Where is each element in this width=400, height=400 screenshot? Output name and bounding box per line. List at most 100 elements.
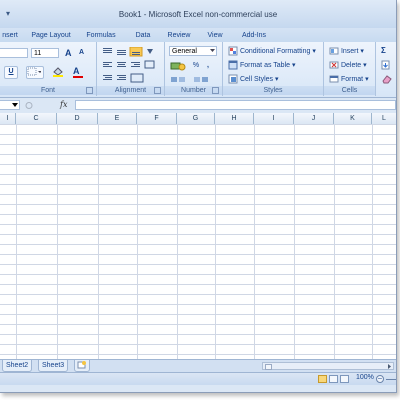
autosum-button[interactable]: Σ (380, 45, 396, 58)
tab-insert[interactable]: nsert (0, 30, 20, 42)
number-dialog-launcher[interactable] (212, 87, 219, 94)
delete-cells-label: Delete (340, 61, 362, 69)
font-group-label: Font (0, 86, 96, 95)
tab-add-ins[interactable]: Add-Ins (236, 30, 272, 42)
insert-function-button[interactable]: fx (60, 100, 67, 109)
zoom-slider[interactable] (386, 379, 396, 380)
tab-view[interactable]: View (203, 30, 227, 42)
column-gridline (16, 124, 17, 359)
ribbon-tab-bar: nsert Page Layout Formulas Data Review V… (0, 28, 396, 42)
grow-font-button[interactable]: A (64, 47, 78, 60)
editing-group: Σ (376, 42, 396, 96)
cell-styles-button[interactable]: Cell Styles ▾ (227, 73, 323, 86)
column-header[interactable]: D (57, 113, 98, 124)
clear-button[interactable] (380, 73, 396, 86)
format-as-table-button[interactable]: Format as Table ▾ (227, 59, 323, 72)
column-header[interactable]: H (215, 113, 254, 124)
column-header[interactable]: J (294, 113, 334, 124)
font-name-field[interactable] (0, 48, 28, 58)
alignment-buttons[interactable] (101, 47, 159, 83)
scrollbar-thumb[interactable] (265, 364, 272, 370)
page-break-preview-button[interactable] (340, 375, 349, 383)
name-box-chevron-down-icon[interactable] (12, 103, 18, 108)
eraser-icon (382, 75, 392, 84)
borders-button[interactable] (26, 66, 44, 79)
fill-button[interactable] (380, 59, 396, 72)
tab-formulas[interactable]: Formulas (82, 30, 120, 42)
insert-cells-label: Insert (340, 47, 359, 55)
zoom-level[interactable]: 100% (356, 374, 374, 381)
alignment-group: Alignment (97, 42, 165, 96)
column-gridline (177, 124, 178, 359)
alignment-dialog-launcher[interactable] (154, 87, 161, 94)
column-header[interactable]: E (98, 113, 137, 124)
excel-window: ▾ Book1 - Microsoft Excel non-commercial… (0, 0, 397, 393)
column-gridline (372, 124, 373, 359)
column-header[interactable]: I (0, 113, 16, 124)
styles-group: Conditional Formatting ▾ Format as Table… (223, 42, 324, 96)
conditional-formatting-icon (228, 46, 238, 56)
chevron-down-icon (210, 49, 215, 52)
autosum-label: Σ (381, 46, 386, 55)
number-group: General % , Number (165, 42, 223, 96)
increase-decimal-icon (171, 77, 185, 82)
accounting-format-button[interactable] (169, 60, 189, 73)
page-layout-view-button[interactable] (329, 375, 338, 383)
font-color-swatch (73, 76, 83, 78)
insert-cells-button[interactable]: Insert ▾ (328, 45, 374, 58)
sheet-tab-sheet3[interactable]: Sheet3 (38, 360, 69, 372)
sheet-tab-sheet2[interactable]: Sheet2 (2, 360, 33, 372)
column-gridline (294, 124, 295, 359)
column-gridline (254, 124, 255, 359)
decrease-decimal-icon (194, 77, 208, 82)
column-header[interactable]: K (334, 113, 372, 124)
currency-icon (170, 62, 186, 71)
cells-group-label: Cells (324, 86, 375, 95)
zoom-out-button[interactable]: – (376, 375, 384, 383)
comma-style-button[interactable]: , (203, 60, 213, 73)
fill-down-icon (381, 60, 390, 70)
column-header[interactable]: L (372, 113, 396, 124)
column-gridline (137, 124, 138, 359)
tab-review[interactable]: Review (163, 30, 195, 42)
column-header[interactable]: C (16, 113, 57, 124)
cell-grid[interactable] (0, 124, 396, 359)
column-gridline (57, 124, 58, 359)
formula-bar-divider-icon (25, 102, 33, 109)
font-color-button[interactable]: A (72, 65, 94, 78)
shrink-font-button[interactable]: A (78, 47, 92, 60)
format-cells-label: Format (340, 75, 364, 83)
status-bar: 100% – (0, 372, 396, 385)
normal-view-button[interactable] (318, 375, 327, 383)
underline-button[interactable]: U (4, 66, 18, 79)
conditional-formatting-button[interactable]: Conditional Formatting ▾ (227, 45, 323, 58)
font-dialog-launcher[interactable] (86, 87, 93, 94)
formula-input[interactable] (75, 100, 396, 110)
sheet-tab-bar: Sheet2 Sheet3 (0, 359, 396, 372)
column-header[interactable]: I (254, 113, 294, 124)
insert-sheet-icon (77, 361, 86, 369)
column-header[interactable]: F (137, 113, 177, 124)
tab-page-layout[interactable]: Page Layout (28, 30, 74, 42)
delete-cells-button[interactable]: Delete ▾ (328, 59, 374, 72)
fill-color-button[interactable] (51, 66, 69, 79)
horizontal-scrollbar[interactable] (262, 362, 394, 370)
format-as-table-icon (228, 60, 238, 70)
percent-style-button[interactable]: % (190, 60, 202, 73)
fill-color-icon (53, 67, 63, 77)
decrease-decimal-button[interactable] (192, 73, 214, 86)
column-gridline (215, 124, 216, 359)
conditional-formatting-label: Conditional Formatting (239, 47, 311, 55)
increase-decimal-button[interactable] (169, 73, 191, 86)
column-header[interactable]: G (177, 113, 215, 124)
formula-bar: fx (0, 98, 396, 112)
font-group: 11 A A U A Font (0, 42, 97, 96)
cells-group: Insert ▾ Delete ▾ Format ▾ Cells (324, 42, 376, 96)
tab-data[interactable]: Data (130, 30, 156, 42)
format-cells-button[interactable]: Format ▾ (328, 73, 374, 86)
scroll-right-arrow-icon[interactable] (387, 364, 392, 369)
column-gridline (334, 124, 335, 359)
title-bar: ▾ Book1 - Microsoft Excel non-commercial… (0, 0, 396, 28)
insert-sheet-button[interactable] (74, 360, 90, 372)
font-size-field[interactable]: 11 (31, 48, 59, 58)
